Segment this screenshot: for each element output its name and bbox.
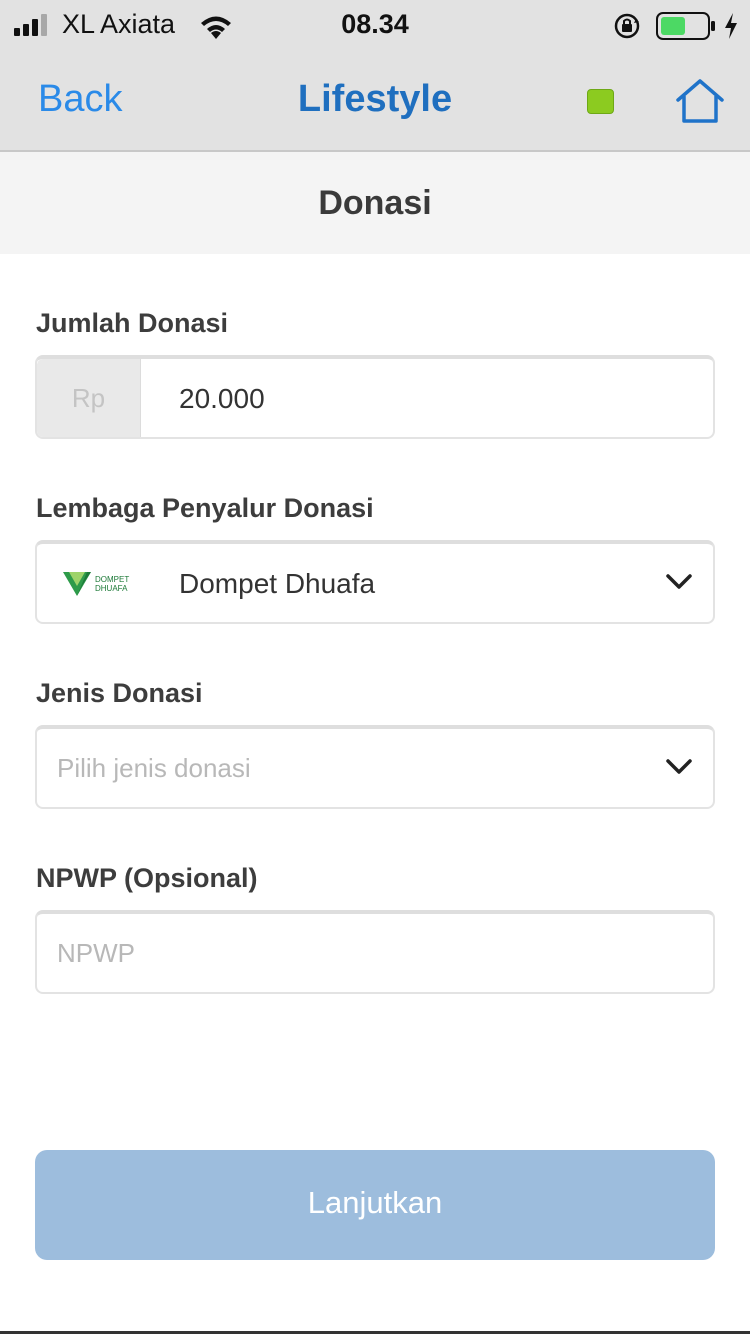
top-bar: XL Axiata 08.34 Back Lifestyle [0, 0, 750, 152]
chevron-down-icon[interactable] [665, 757, 693, 777]
rotation-lock-icon [614, 13, 640, 39]
donation-type-select[interactable]: Pilih jenis donasi [35, 725, 715, 809]
institution-value: Dompet Dhuafa [179, 568, 376, 599]
navigation-bar: Back Lifestyle [0, 52, 750, 150]
status-bar: XL Axiata 08.34 [0, 0, 750, 52]
donation-type-placeholder: Pilih jenis donasi [57, 753, 251, 783]
battery-icon [656, 12, 715, 40]
npwp-label: NPWP (Opsional) [36, 863, 258, 893]
npwp-field[interactable]: NPWP [35, 910, 715, 994]
logo-text-top: DOMPET [95, 575, 129, 584]
institution-select[interactable]: DOMPET DHUAFA Dompet Dhuafa [35, 540, 715, 624]
continue-button[interactable]: Lanjutkan [35, 1150, 715, 1260]
continue-button-label: Lanjutkan [307, 1185, 443, 1220]
npwp-placeholder: NPWP [57, 938, 135, 968]
section-title: Donasi [318, 184, 432, 222]
currency-prefix: Rp [37, 359, 141, 437]
section-header: Donasi [0, 152, 750, 254]
amount-label: Jumlah Donasi [36, 308, 229, 338]
currency-prefix-text: Rp [71, 383, 106, 413]
donation-type-label: Jenis Donasi [36, 678, 203, 708]
dompet-dhuafa-logo: DOMPET DHUAFA [63, 572, 129, 596]
page-title: Lifestyle [297, 78, 453, 120]
status-indicator [587, 89, 614, 114]
charging-bolt-icon [725, 13, 737, 39]
amount-input[interactable]: 20.000 [179, 383, 265, 415]
institution-label: Lembaga Penyalur Donasi [36, 493, 374, 523]
logo-text-bottom: DHUAFA [95, 584, 128, 593]
home-icon[interactable] [674, 78, 726, 124]
amount-field[interactable]: Rp 20.000 [35, 355, 715, 439]
chevron-down-icon[interactable] [665, 572, 693, 592]
